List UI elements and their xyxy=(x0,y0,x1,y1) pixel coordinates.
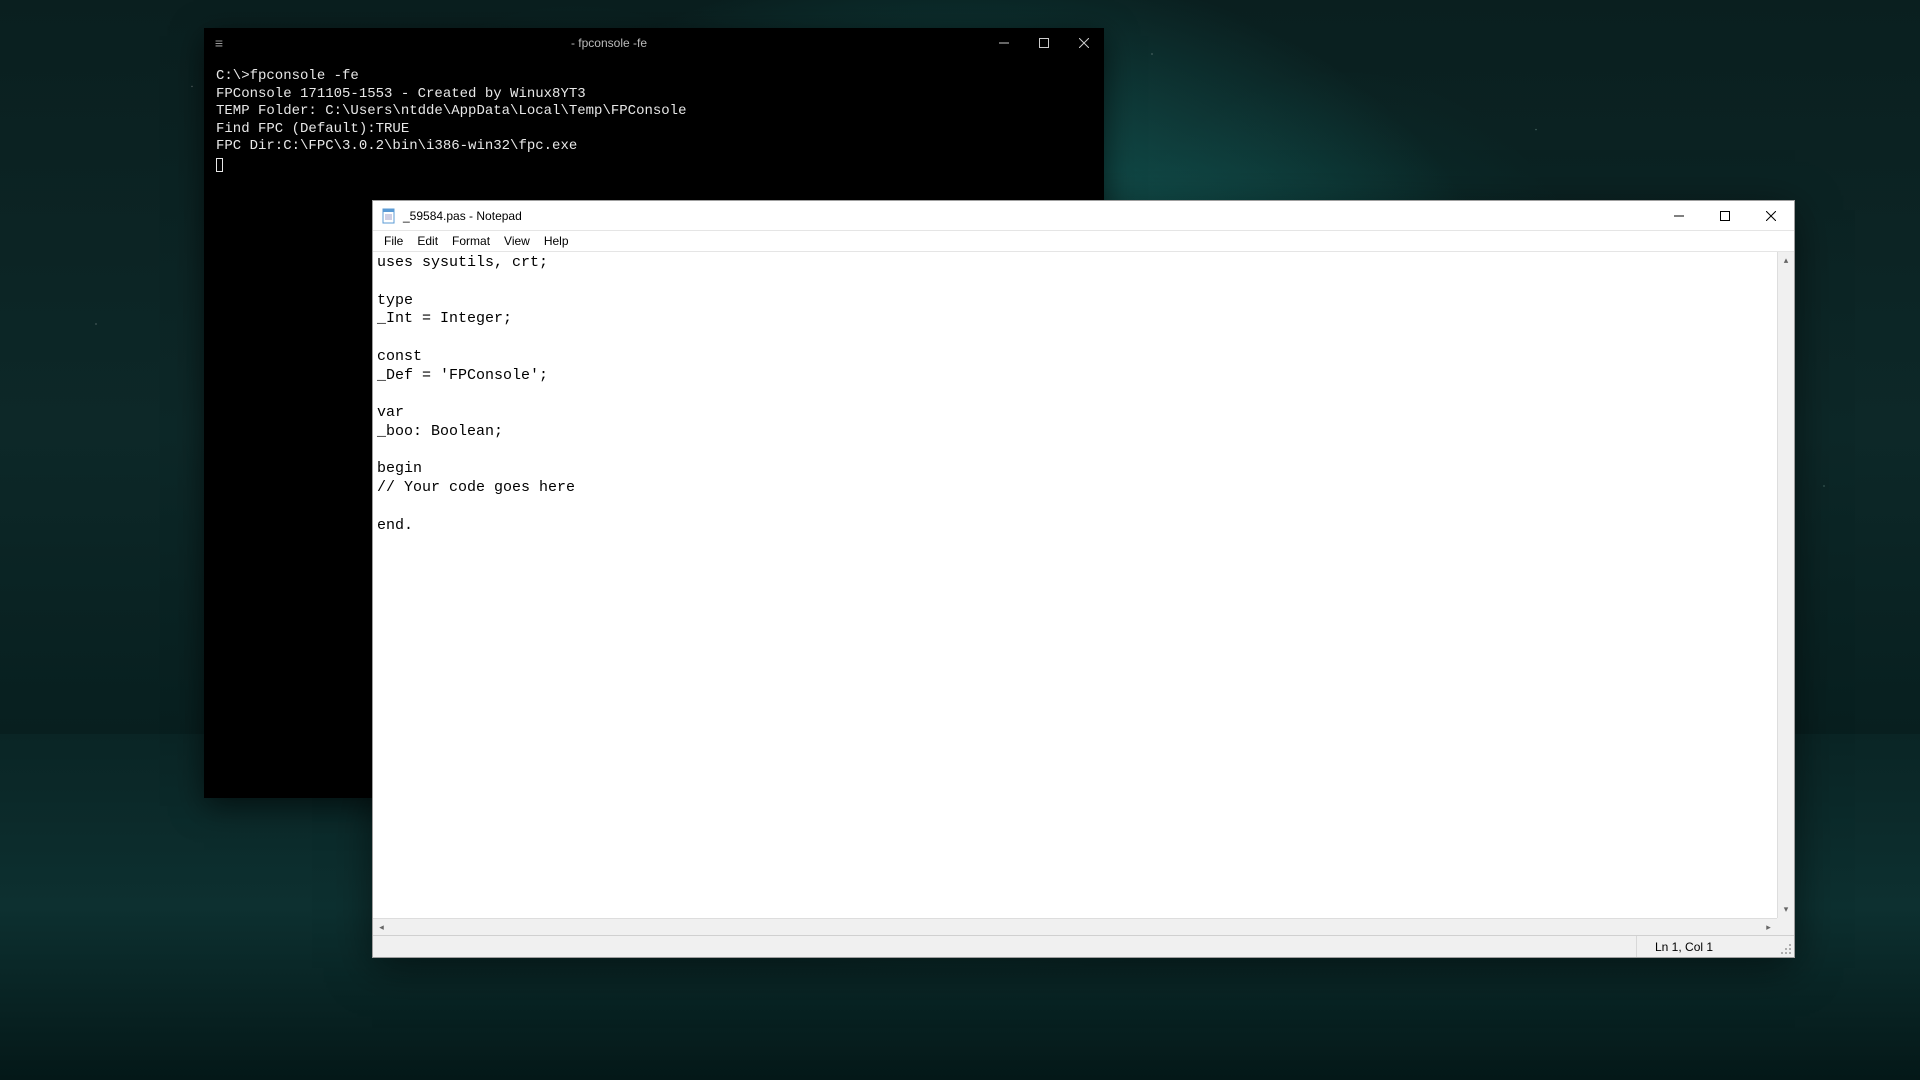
maximize-button[interactable] xyxy=(1024,28,1064,58)
minimize-icon xyxy=(999,38,1009,48)
minimize-icon xyxy=(1674,211,1684,221)
scroll-corner xyxy=(1777,918,1794,935)
notepad-title: _59584.pas - Notepad xyxy=(403,209,1656,223)
scroll-left-arrow-icon[interactable]: ◂ xyxy=(373,919,390,935)
status-cursor-position: Ln 1, Col 1 xyxy=(1636,936,1776,957)
notepad-content-area: uses sysutils, crt; type _Int = Integer;… xyxy=(373,252,1794,935)
maximize-icon xyxy=(1039,38,1049,48)
hamburger-icon[interactable]: ≡ xyxy=(204,35,234,51)
console-output[interactable]: C:\>fpconsole -fe FPConsole 171105-1553 … xyxy=(204,58,1104,183)
close-icon xyxy=(1079,38,1089,48)
console-title: - fpconsole -fe xyxy=(234,36,984,50)
notepad-menubar: File Edit Format View Help xyxy=(373,231,1794,252)
menu-format[interactable]: Format xyxy=(445,232,497,250)
notepad-window[interactable]: _59584.pas - Notepad File Edit Format Vi… xyxy=(372,200,1795,958)
minimize-button[interactable] xyxy=(1656,201,1702,231)
maximize-button[interactable] xyxy=(1702,201,1748,231)
close-icon xyxy=(1766,211,1776,221)
scroll-down-arrow-icon[interactable]: ▾ xyxy=(1778,901,1794,918)
close-button[interactable] xyxy=(1064,28,1104,58)
close-button[interactable] xyxy=(1748,201,1794,231)
menu-help[interactable]: Help xyxy=(537,232,576,250)
horizontal-scrollbar[interactable]: ◂ ▸ xyxy=(373,918,1777,935)
resize-grip[interactable] xyxy=(1776,936,1794,957)
console-line: Find FPC (Default):TRUE xyxy=(216,121,409,137)
notepad-window-controls xyxy=(1656,201,1794,231)
notepad-text-editor[interactable]: uses sysutils, crt; type _Int = Integer;… xyxy=(373,252,1794,935)
resize-grip-icon xyxy=(1780,943,1792,955)
scroll-right-arrow-icon[interactable]: ▸ xyxy=(1760,919,1777,935)
notepad-statusbar: Ln 1, Col 1 xyxy=(373,935,1794,957)
console-line: FPConsole 171105-1553 - Created by Winux… xyxy=(216,86,586,102)
scroll-up-arrow-icon[interactable]: ▴ xyxy=(1778,252,1794,269)
console-titlebar[interactable]: ≡ - fpconsole -fe xyxy=(204,28,1104,58)
menu-edit[interactable]: Edit xyxy=(410,232,445,250)
menu-view[interactable]: View xyxy=(497,232,537,250)
vertical-scrollbar[interactable]: ▴ ▾ xyxy=(1777,252,1794,918)
console-line: C:\>fpconsole -fe xyxy=(216,68,359,84)
console-window-controls xyxy=(984,28,1104,58)
console-line: TEMP Folder: C:\Users\ntdde\AppData\Loca… xyxy=(216,103,686,119)
menu-file[interactable]: File xyxy=(377,232,410,250)
notepad-titlebar[interactable]: _59584.pas - Notepad xyxy=(373,201,1794,231)
console-cursor xyxy=(216,158,223,172)
minimize-button[interactable] xyxy=(984,28,1024,58)
console-line: FPC Dir:C:\FPC\3.0.2\bin\i386-win32\fpc.… xyxy=(216,138,577,154)
maximize-icon xyxy=(1720,211,1730,221)
notepad-app-icon xyxy=(381,208,397,224)
